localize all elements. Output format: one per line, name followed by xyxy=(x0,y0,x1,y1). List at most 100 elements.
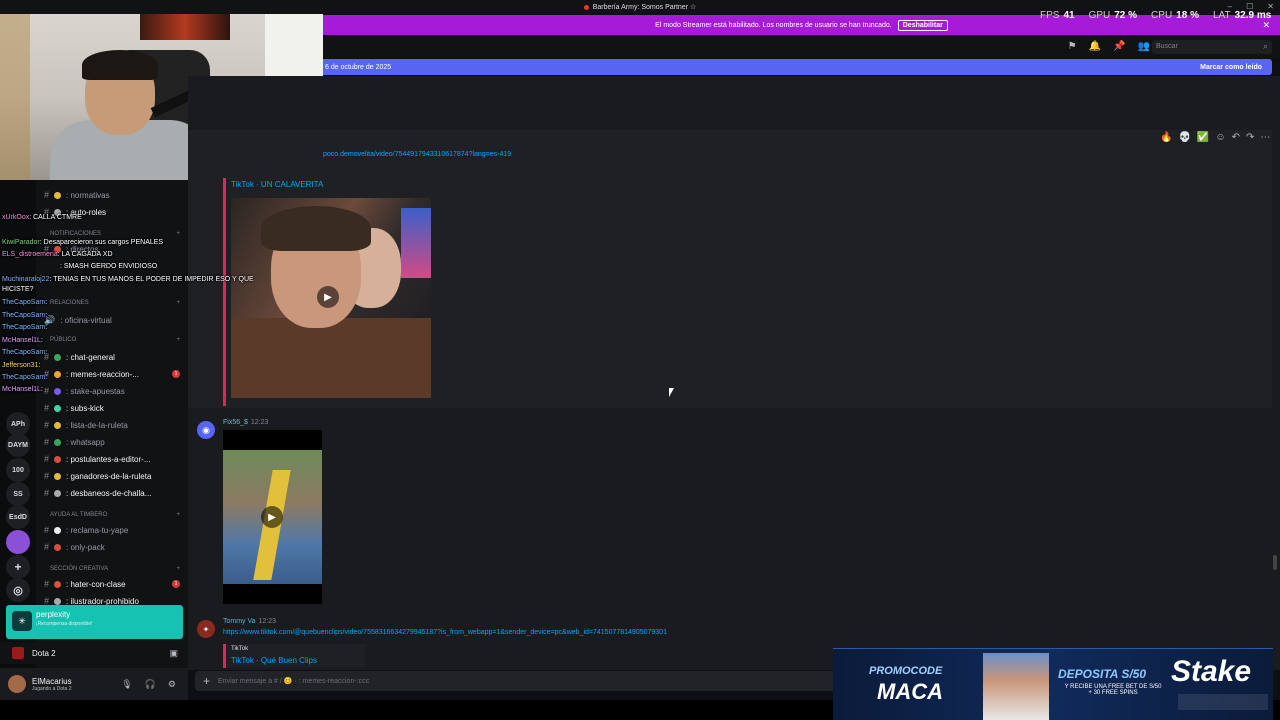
channel-item[interactable]: #: desbaneos-de-challa... xyxy=(44,486,184,500)
server-avatar-icon[interactable] xyxy=(6,530,30,554)
message-input-placeholder: Enviar mensaje a # / 😊 · : memes-reaccio… xyxy=(218,678,370,685)
channel-item[interactable]: 🔊: oficina-virtual xyxy=(44,313,184,327)
activity-status[interactable]: Dota 2 ▣ xyxy=(0,642,188,664)
emoji-icon xyxy=(54,455,62,463)
lock-icon xyxy=(54,421,62,429)
message-link[interactable]: https://www.tiktok.com/@quebuenclips/vid… xyxy=(223,629,667,636)
stream-chat-line: ELS_distroemeria: LA CAGADA XD xyxy=(2,251,113,258)
avatar[interactable] xyxy=(8,675,26,693)
category-header[interactable]: RELACIONES + xyxy=(50,300,180,306)
stream-chat-line: KiwiParador: Desaparecieron sus cargos P… xyxy=(2,239,164,246)
channel-header: ⚑ 🔔 📌 👥 Buscar ⌕ xyxy=(323,36,1280,58)
bell-icon[interactable]: 🔔 xyxy=(1089,41,1101,52)
attach-icon[interactable]: + xyxy=(203,674,210,688)
channel-item[interactable]: #: postulantes-a-editor-... xyxy=(44,452,184,466)
server-icon[interactable]: EsdD xyxy=(6,505,30,529)
stream-chat-line: TheCapoSam: xyxy=(2,324,48,331)
stream-chat-line: Jefferson31: xyxy=(2,362,41,369)
stream-chat-line: McHansel1L: xyxy=(2,386,43,393)
video-thumbnail[interactable]: ▶ xyxy=(223,430,322,604)
avatar[interactable]: ✦ xyxy=(197,620,215,638)
ad-promo-label: PROMOCODE xyxy=(869,665,943,677)
forward-icon[interactable]: ↷ xyxy=(1246,132,1254,143)
stream-chat-line: : SMASH GERDO ENVIDIOSO xyxy=(60,263,158,270)
reaction-icon[interactable]: 🔥 xyxy=(1160,132,1172,143)
avatar[interactable]: ◉ xyxy=(197,421,215,439)
channel-item[interactable]: #: chat-general xyxy=(44,350,184,364)
emoji-icon xyxy=(54,353,62,361)
channel-item[interactable]: #: stake-apuestas xyxy=(44,384,184,398)
headphones-icon[interactable]: 🎧 xyxy=(145,679,156,690)
close-icon[interactable]: ✕ xyxy=(1262,20,1270,31)
scrollbar[interactable] xyxy=(1273,555,1277,570)
embed-title[interactable]: TikTok · Qué Buen Clips xyxy=(231,656,360,665)
gear-icon[interactable]: ⚙ xyxy=(168,679,176,690)
server-icon[interactable]: SS xyxy=(6,482,30,506)
perplexity-title: perplexity xyxy=(36,610,71,619)
reaction-icon[interactable]: ✅ xyxy=(1197,132,1209,143)
discover-icon[interactable]: ◎ xyxy=(6,578,30,602)
search-icon: ⌕ xyxy=(1262,41,1268,51)
user-status: Jugando a Dota 2 xyxy=(32,685,72,692)
add-server-icon[interactable]: + xyxy=(6,555,30,579)
channel-item[interactable]: #: normativas xyxy=(44,188,184,202)
pin-icon[interactable]: 📌 xyxy=(1113,41,1125,52)
mark-as-read-button[interactable]: Marcar como leído xyxy=(1200,64,1262,71)
channel-item[interactable]: #: lista-de-la-ruleta xyxy=(44,418,184,432)
message-author[interactable]: Fix56_$ 12:23 xyxy=(223,419,268,426)
performance-overlay: FPS 41 GPU 72 % CPU 18 % LAT 32.9 ms xyxy=(1040,10,1272,21)
channel-item[interactable]: #: whatsapp xyxy=(44,435,184,449)
perplexity-subtitle: ¡Recompensa disponible! xyxy=(36,621,93,627)
server-icon[interactable]: 100 xyxy=(6,458,30,482)
members-icon[interactable]: 👥 xyxy=(1138,41,1150,52)
channel-item-selected[interactable]: #: memes-reaccion-... 1 xyxy=(44,367,184,381)
stream-chat-line: TheCapoSam: xyxy=(2,299,48,306)
message-author[interactable]: Tommy Va 12:23 xyxy=(223,618,276,625)
disable-streamer-button[interactable]: Deshabilitar xyxy=(897,19,948,31)
threads-icon[interactable]: ⚑ xyxy=(1068,41,1077,52)
add-reaction-icon[interactable]: ☺ xyxy=(1215,132,1225,143)
unread-badge: 1 xyxy=(172,370,180,378)
server-icon[interactable]: DAYM xyxy=(6,433,30,457)
embed-provider: TikTok xyxy=(231,646,249,652)
reply-icon[interactable]: ↶ xyxy=(1232,132,1240,143)
video-thumbnail[interactable]: ▶ xyxy=(231,198,431,398)
microphone-icon[interactable]: 🎙 xyxy=(121,679,132,690)
channel-item[interactable]: #: reclama-tu-yape xyxy=(44,523,184,537)
banner-text: El modo Streamer está habilitado. Los no… xyxy=(655,21,892,29)
stream-chat-line: McHansel1L: xyxy=(2,337,43,344)
category-header[interactable]: SECCIÓN CREATIVA + xyxy=(50,566,180,572)
embed-accent xyxy=(223,178,226,406)
category-header[interactable]: AYUDA AL TIMBERO + xyxy=(50,512,180,518)
emoji-icon xyxy=(54,404,62,412)
stream-chat-line: TheCapoSam: xyxy=(2,312,48,319)
reaction-icon[interactable]: 💀 xyxy=(1178,132,1190,143)
search-input[interactable]: Buscar ⌕ xyxy=(1152,40,1272,54)
play-icon[interactable]: ▶ xyxy=(317,286,339,308)
emoji-icon xyxy=(54,472,62,480)
embed-title[interactable]: TikTok · UN CALAVERITA xyxy=(231,180,323,189)
screen-share-icon[interactable]: ▣ xyxy=(169,648,178,659)
stream-chat-line: xUrkOox: CALLA CTMRE xyxy=(2,214,82,221)
ad-fine-print xyxy=(1178,694,1268,710)
dota-icon xyxy=(12,647,24,659)
category-header[interactable]: NOTIFICACIONES + xyxy=(50,231,180,237)
server-icon xyxy=(583,4,589,10)
message-link[interactable]: poco.demovelita/video/754491794331061787… xyxy=(323,151,511,158)
emoji-icon xyxy=(54,370,62,378)
perplexity-reward-card[interactable]: ✳ perplexity ¡Recompensa disponible! xyxy=(6,605,183,639)
new-messages-bar[interactable]: 6 de octubre de 2025 Marcar como leído xyxy=(323,59,1272,75)
play-icon[interactable]: ▶ xyxy=(261,506,283,528)
stake-advertisement: PROMOCODE MACA DEPOSITA S/50 Y RECIBE UN… xyxy=(833,648,1273,720)
stream-chat-line: TheCapoSam: xyxy=(2,374,48,381)
window-title: Barbería Army: Somos Partner ☆ xyxy=(592,4,697,11)
more-icon[interactable]: ⋯ xyxy=(1260,132,1270,143)
channel-item[interactable]: #: only-pack xyxy=(44,540,184,554)
channel-item[interactable]: #: hater-con-clase 1 xyxy=(44,577,184,591)
category-header[interactable]: PÚBLICO + xyxy=(50,337,180,343)
channel-item[interactable]: #: ganadores-de-la-ruleta xyxy=(44,469,184,483)
channel-item[interactable]: #: subs-kick xyxy=(44,401,184,415)
new-messages-date: 6 de octubre de 2025 xyxy=(325,63,392,71)
unread-badge: 1 xyxy=(172,580,180,588)
game-name: Dota 2 xyxy=(32,648,56,658)
